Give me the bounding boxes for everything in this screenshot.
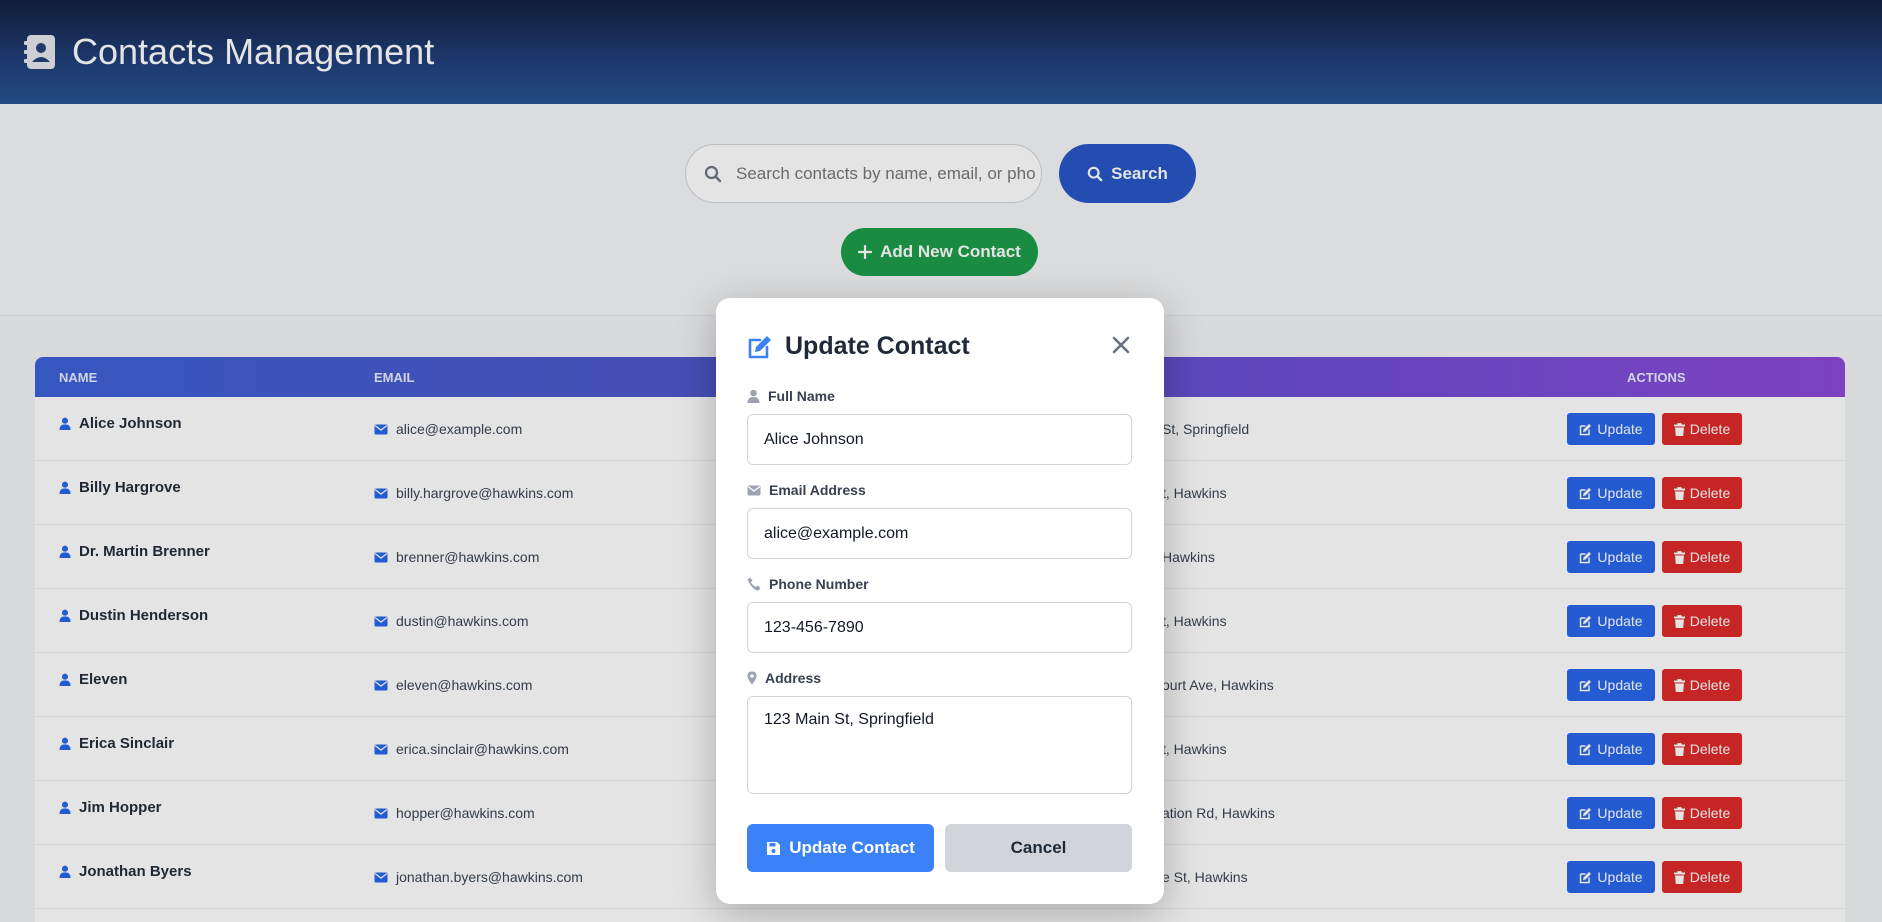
full-name-input[interactable]: Alice Johnson <box>747 414 1132 465</box>
address-label-text: Address <box>765 670 822 686</box>
save-icon <box>767 841 781 855</box>
address-label: Address <box>747 670 821 686</box>
email-input[interactable]: alice@example.com <box>747 508 1132 559</box>
user-icon <box>747 389 760 403</box>
phone-input[interactable]: 123-456-7890 <box>747 602 1132 653</box>
modal-title-text: Update Contact <box>785 332 970 360</box>
update-contact-button-label: Update Contact <box>789 838 915 857</box>
cancel-button[interactable]: Cancel <box>945 824 1132 872</box>
address-textarea[interactable]: 123 Main St, Springfield <box>747 696 1132 794</box>
phone-icon <box>747 577 761 591</box>
full-name-label: Full Name <box>747 388 835 404</box>
cancel-button-label: Cancel <box>1010 838 1067 857</box>
update-contact-modal: Update Contact Full Name Alice Johnson E… <box>716 298 1164 904</box>
full-name-label-text: Full Name <box>768 388 835 404</box>
modal-title: Update Contact <box>747 332 970 361</box>
phone-label: Phone Number <box>747 576 869 592</box>
update-contact-button[interactable]: Update Contact <box>747 824 934 872</box>
close-icon[interactable] <box>1110 334 1132 356</box>
email-label-text: Email Address <box>769 482 866 498</box>
map-pin-icon <box>747 671 757 685</box>
email-label: Email Address <box>747 482 866 498</box>
edit-icon <box>748 335 771 358</box>
envelope-icon <box>747 485 761 495</box>
phone-label-text: Phone Number <box>769 576 869 592</box>
